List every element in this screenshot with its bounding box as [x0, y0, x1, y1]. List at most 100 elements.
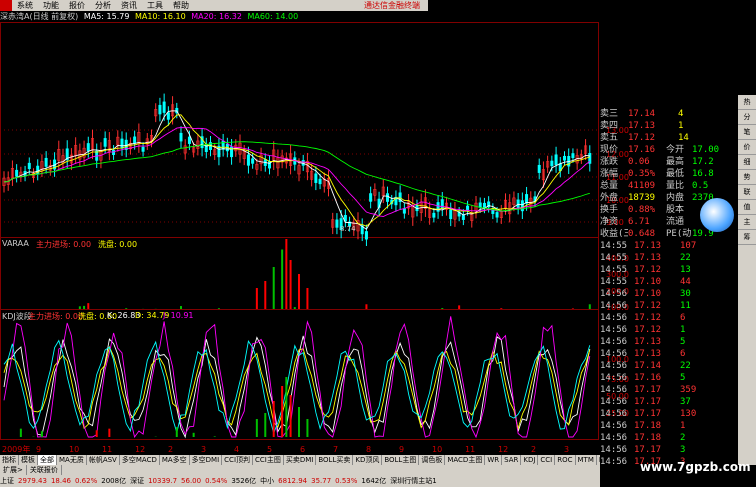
stat-value-2: 16.8 — [692, 169, 714, 179]
quote-stat-row: 涨跌 0.06 最高 17.2 — [600, 156, 738, 168]
vol-main-entry: 主力进场: 0.00 — [36, 240, 92, 249]
ma10-line — [3, 114, 590, 227]
menu-item-system[interactable]: 系统 — [12, 0, 38, 11]
tick-price: 17.18 — [634, 421, 662, 431]
indicator-tab[interactable]: 调色板 — [419, 455, 446, 465]
volume-bar — [83, 305, 86, 309]
menu-item-quote[interactable]: 报价 — [64, 0, 90, 11]
tick-row: 14:56 17.12 1 — [600, 324, 738, 336]
side-tab[interactable]: 价 — [738, 140, 756, 155]
book-volume: 1 — [678, 121, 684, 131]
side-tab[interactable]: 势 — [738, 170, 756, 185]
terminal-notice: 通达信金融终端 — [364, 1, 420, 10]
indicator-tab[interactable]: BOLL — [597, 455, 600, 465]
volume-bar — [180, 306, 182, 309]
quote-stat-row: 涨幅 0.35% 最低 16.8 — [600, 168, 738, 180]
indicator-tab[interactable]: BOLL买卖 — [316, 455, 354, 465]
vol-wash: 洗盘: 0.00 — [98, 240, 138, 249]
menu-bar: 系统 功能 报价 分析 资讯 工具 帮助 通达信金融终端 — [0, 0, 428, 11]
indicator-tab[interactable]: 帐帆ASV — [87, 455, 120, 465]
indicator-tab[interactable]: CCI顶判 — [222, 455, 254, 465]
stat-value-2: 17.2 — [692, 157, 714, 167]
indicator-tab[interactable]: KD顶风 — [353, 455, 383, 465]
indicator-tab[interactable]: 多空MACD — [120, 455, 160, 465]
tick-time: 14:56 — [600, 385, 628, 395]
tick-time: 14:56 — [600, 361, 628, 371]
kdj-bar — [19, 428, 22, 437]
status-item: 0.53% — [335, 477, 358, 485]
candle-body — [432, 212, 436, 218]
candle-body — [550, 160, 554, 167]
stat-value: 0.06 — [628, 157, 650, 167]
tick-volume: 1 — [680, 421, 686, 431]
stat-value: 0.648 — [628, 229, 656, 239]
stat-label: 总量 — [600, 181, 619, 191]
stat-value: 17.16 — [628, 145, 656, 155]
kdj-extra-line — [3, 339, 591, 435]
candle-body — [112, 149, 116, 155]
x-axis-month: 11 — [102, 445, 112, 454]
status-item: 0.62% — [75, 477, 98, 485]
menu-item-help[interactable]: 帮助 — [168, 0, 194, 11]
tick-row: 14:56 17.17 359 — [600, 384, 738, 396]
menu-item-function[interactable]: 功能 — [38, 0, 64, 11]
indicator-tab[interactable]: CCI — [538, 455, 556, 465]
tick-row: 14:55 17.13 107 — [600, 240, 738, 252]
side-tab[interactable]: 主 — [738, 215, 756, 230]
side-tab[interactable]: 筹 — [738, 230, 756, 245]
side-tab[interactable]: 联 — [738, 185, 756, 200]
floating-assistant-icon[interactable] — [700, 198, 734, 232]
candle-body — [27, 162, 31, 169]
indicator-tab[interactable]: MACD主图 — [445, 455, 486, 465]
tick-time: 14:56 — [600, 397, 628, 407]
candle-body — [44, 157, 48, 167]
indicator-tab[interactable]: SAR — [502, 455, 522, 465]
indicator-tab[interactable]: KDJ — [521, 455, 539, 465]
extend-tab[interactable]: 扩展> — [0, 465, 27, 475]
indicator-tab[interactable]: 模板 — [19, 455, 38, 465]
indicator-tab[interactable]: WR — [485, 455, 503, 465]
stat-label-2: 今开 — [666, 145, 685, 155]
ma20-line — [3, 127, 591, 217]
side-tab[interactable]: 值 — [738, 200, 756, 215]
indicator-tab[interactable]: ROC — [555, 455, 576, 465]
indicator-tab[interactable]: MA无质 — [57, 455, 87, 465]
stat-label-2: 量比 — [666, 181, 685, 191]
stat-value: 6.71 — [628, 217, 650, 227]
side-tab[interactable]: 笔 — [738, 125, 756, 140]
tick-price: 17.18 — [634, 433, 662, 443]
candle-body — [103, 138, 107, 147]
status-item: 6812.94 — [278, 477, 308, 485]
tick-volume: 22 — [680, 361, 691, 371]
stat-label-2: 最低 — [666, 169, 685, 179]
menu-item-analysis[interactable]: 分析 — [90, 0, 116, 11]
indicator-tab[interactable]: 多空DMI — [190, 455, 223, 465]
volume-bar — [281, 249, 284, 309]
x-axis-month: 10 — [69, 445, 79, 454]
menu-item-tools[interactable]: 工具 — [142, 0, 168, 11]
indicator-tab[interactable]: 全部 — [38, 455, 57, 465]
stat-label-2: 股本 — [666, 205, 685, 215]
indicator-tab[interactable]: CCI主图 — [253, 455, 284, 465]
side-tab[interactable]: 细 — [738, 155, 756, 170]
candle-body — [251, 158, 255, 164]
x-axis-month: 10 — [432, 445, 442, 454]
site-watermark: www.7gpzb.com — [640, 460, 751, 474]
indicator-tab[interactable]: 指标 — [0, 455, 19, 465]
kdj-main-entry: 主力进场: 0.00 — [28, 312, 84, 321]
side-tab[interactable]: 热 — [738, 95, 756, 110]
menu-item-news[interactable]: 资讯 — [116, 0, 142, 11]
indicator-tab[interactable]: 买卖DMI — [284, 455, 317, 465]
candle-body — [158, 104, 162, 115]
indicator-tab[interactable]: MA多空 — [160, 455, 190, 465]
candle-body — [335, 219, 339, 228]
related-quote-tab[interactable]: 关联报价 — [27, 465, 62, 475]
stat-value: 0.88% — [628, 205, 656, 215]
x-axis-month: 4 — [234, 445, 239, 454]
kdj-bar — [289, 395, 292, 437]
side-tab[interactable]: 分 — [738, 110, 756, 125]
tick-volume: 5 — [680, 373, 686, 383]
indicator-tab[interactable]: BOLL主图 — [382, 455, 420, 465]
tick-price: 17.17 — [634, 397, 662, 407]
indicator-tab[interactable]: MTM — [576, 455, 597, 465]
